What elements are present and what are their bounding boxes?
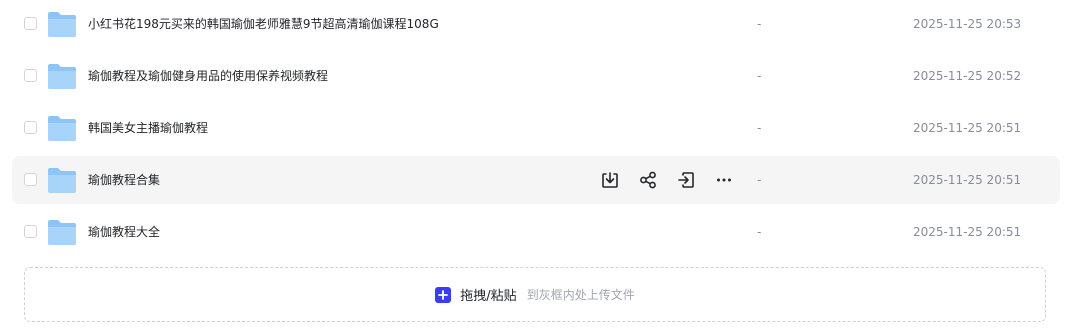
file-size: - [757, 121, 762, 135]
file-row[interactable]: 小红书花198元买来的韩国瑜伽老师雅慧9节超高清瑜伽课程108G - 2025-… [12, 0, 1060, 48]
file-row[interactable]: 瑜伽教程大全 - 2025-11-25 20:51 [12, 208, 1060, 256]
share-button[interactable] [636, 168, 660, 192]
file-size: - [757, 17, 762, 31]
plus-icon [435, 286, 452, 303]
upload-dropzone[interactable]: 拖拽/粘贴 到灰框内处上传文件 [24, 267, 1046, 322]
file-name[interactable]: 瑜伽教程合集 [88, 171, 160, 189]
file-size: - [757, 69, 762, 83]
folder-icon [48, 12, 76, 37]
file-time: 2025-11-25 20:53 [913, 17, 1022, 31]
download-icon [602, 172, 618, 188]
file-time: 2025-11-25 20:51 [913, 173, 1022, 187]
file-time: 2025-11-25 20:52 [913, 69, 1022, 83]
row-actions [598, 168, 750, 192]
file-list: 小红书花198元买来的韩国瑜伽老师雅慧9节超高清瑜伽课程108G - 2025-… [12, 0, 1060, 260]
move-button[interactable] [674, 168, 698, 192]
row-checkbox[interactable] [24, 17, 37, 30]
file-row[interactable]: 瑜伽教程合集 - 2025-11-25 20:51 [12, 156, 1060, 204]
upload-hint: 到灰框内处上传文件 [526, 288, 635, 302]
folder-icon [48, 64, 76, 89]
row-checkbox[interactable] [24, 173, 37, 186]
file-time: 2025-11-25 20:51 [913, 225, 1022, 239]
file-name[interactable]: 瑜伽教程大全 [88, 223, 160, 241]
file-row[interactable]: 韩国美女主播瑜伽教程 - 2025-11-25 20:51 [12, 104, 1060, 152]
file-row[interactable]: 瑜伽教程及瑜伽健身用品的使用保养视频教程 - 2025-11-25 20:52 [12, 52, 1060, 100]
file-name[interactable]: 小红书花198元买来的韩国瑜伽老师雅慧9节超高清瑜伽课程108G [88, 15, 439, 33]
move-icon [678, 172, 694, 188]
folder-icon [48, 168, 76, 193]
download-button[interactable] [598, 168, 622, 192]
file-time: 2025-11-25 20:51 [913, 121, 1022, 135]
more-icon [717, 178, 731, 182]
upload-label: 拖拽/粘贴 [460, 289, 517, 304]
row-checkbox[interactable] [24, 225, 37, 238]
file-size: - [757, 225, 762, 239]
folder-icon [48, 220, 76, 245]
row-checkbox[interactable] [24, 121, 37, 134]
file-size: - [757, 173, 762, 187]
row-checkbox[interactable] [24, 69, 37, 82]
more-button[interactable] [712, 168, 736, 192]
file-name[interactable]: 韩国美女主播瑜伽教程 [88, 119, 208, 137]
folder-icon [48, 116, 76, 141]
share-icon [640, 171, 656, 189]
file-name[interactable]: 瑜伽教程及瑜伽健身用品的使用保养视频教程 [88, 67, 328, 85]
